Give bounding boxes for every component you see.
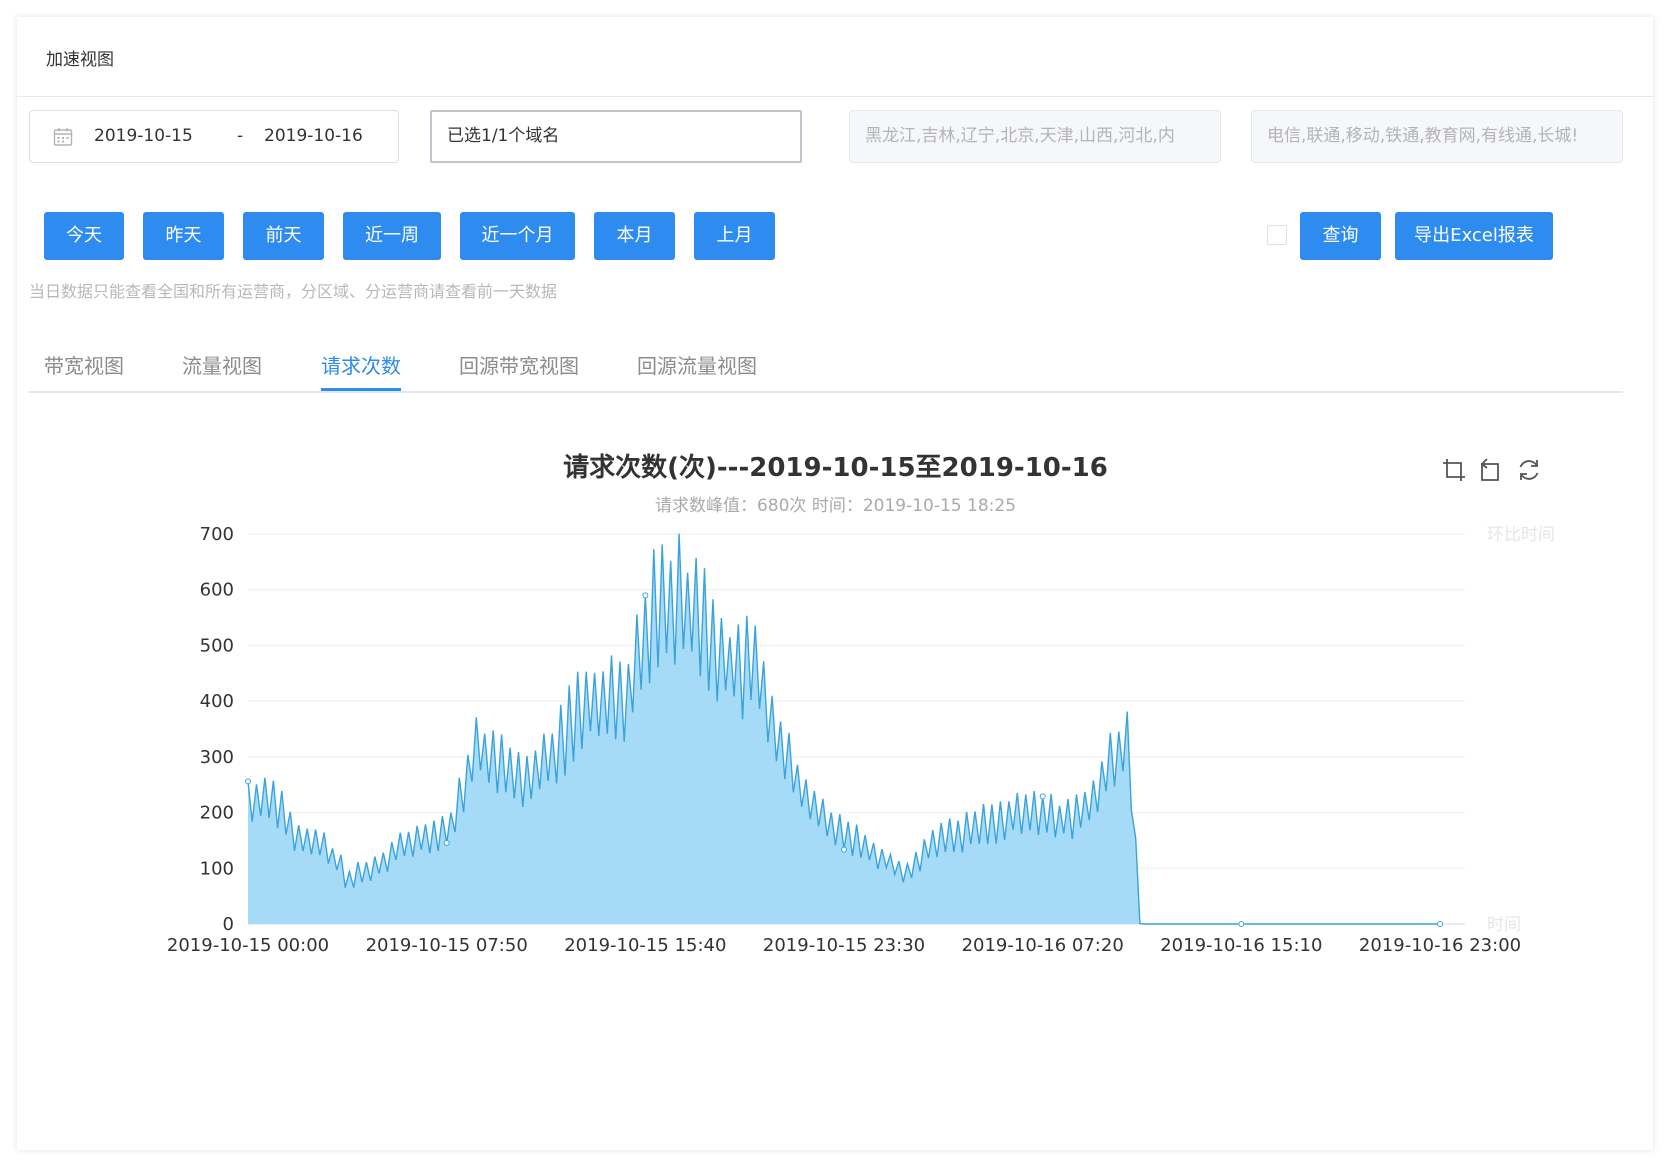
y-tick-label: 0: [223, 914, 234, 935]
x-tick-label: 2019-10-15 23:30: [763, 935, 925, 956]
data-point-marker: [1437, 921, 1443, 927]
data-point-marker: [245, 778, 251, 785]
y-tick-label: 600: [200, 580, 234, 601]
y-tick-label: 700: [200, 524, 234, 545]
x-tick-label: 2019-10-15 07:50: [366, 935, 528, 956]
y-tick-label: 300: [200, 747, 234, 768]
data-point-marker: [1238, 921, 1245, 927]
x-tick-label: 2019-10-15 00:00: [167, 935, 329, 956]
y-tick-label: 100: [200, 858, 234, 879]
x-tick-label: 2019-10-16 07:20: [962, 935, 1124, 956]
x-tick-label: 2019-10-16 23:00: [1359, 935, 1521, 956]
request-count-chart: 0 100 200 300 400 500 600 700 2019-10-15 00:00 20…: [167, 524, 1555, 956]
x-tick-label: 2019-10-16 15:10: [1160, 935, 1322, 956]
y-tick-label: 200: [200, 803, 234, 824]
data-point-marker: [841, 846, 847, 853]
right-axis-bottom-label: 时间: [1487, 915, 1521, 935]
right-axis-top-label: 环比时间: [1487, 525, 1555, 545]
data-point-marker: [443, 839, 450, 846]
x-tick-label: 2019-10-15 15:40: [564, 935, 726, 956]
data-point-marker: [642, 592, 649, 599]
requests-area: [248, 533, 1440, 924]
data-point-marker: [1039, 793, 1046, 800]
y-tick-label: 500: [200, 635, 234, 656]
y-tick-label: 400: [200, 691, 234, 712]
